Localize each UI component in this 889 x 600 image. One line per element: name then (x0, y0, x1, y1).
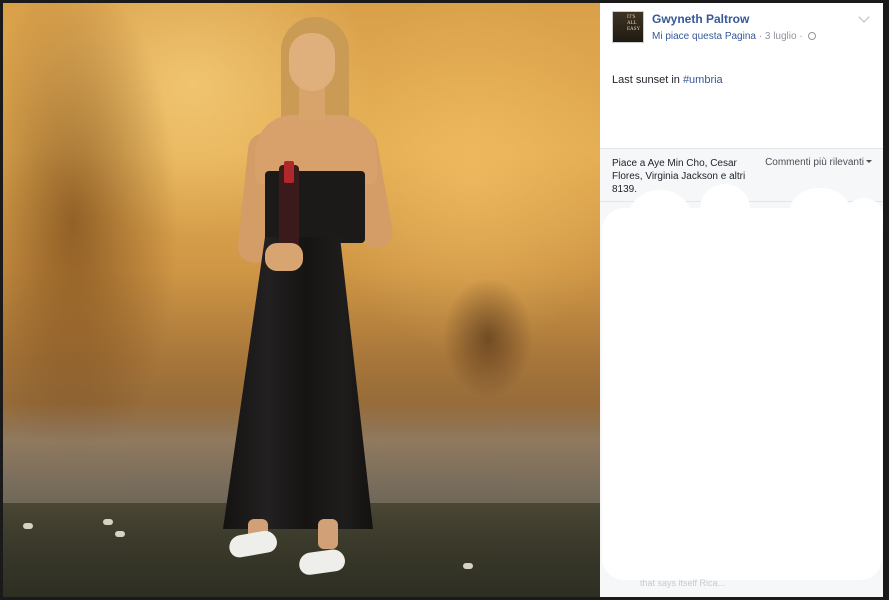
post-caption: Last sunset in #umbria (612, 74, 723, 86)
wine-bottle-cap (284, 161, 294, 183)
hashtag-link[interactable]: #umbria (683, 74, 723, 86)
post-photo[interactable] (3, 3, 600, 597)
avatar-logo-text: IT'S ALL EASY (627, 15, 641, 32)
comment-text: that says itself Rica... (640, 578, 726, 588)
cast-shadow (423, 258, 553, 418)
comments-sort-label: Commenti più rilevanti (765, 157, 864, 168)
globe-icon (808, 32, 817, 40)
author-name[interactable]: Gwyneth Paltrow (652, 12, 749, 26)
dress-skirt (223, 237, 373, 529)
comments-section: that says itself Rica... (600, 184, 886, 597)
pebble (23, 523, 33, 529)
meta-separator: · (796, 31, 806, 42)
person-neck (299, 87, 325, 121)
redaction-blob (700, 184, 750, 232)
redaction-blob (630, 190, 690, 236)
person-face (289, 33, 335, 91)
avatar[interactable]: IT'S ALL EASY (612, 11, 644, 43)
like-page-link[interactable]: Mi piace questa Pagina (652, 31, 756, 42)
panel-edge (883, 3, 886, 597)
caret-down-icon (866, 160, 872, 163)
person-leg-right (318, 519, 338, 549)
post-header: IT'S ALL EASY Gwyneth Paltrow Mi piace q… (600, 3, 886, 148)
pebble (463, 563, 473, 569)
person-hand (265, 243, 303, 271)
redaction-blob (844, 198, 884, 238)
meta-separator: · (755, 31, 765, 42)
post-side-panel: IT'S ALL EASY Gwyneth Paltrow Mi piace q… (600, 3, 886, 597)
chevron-down-icon[interactable] (858, 11, 870, 23)
comments-sort-dropdown[interactable]: Commenti più rilevanti (765, 157, 872, 168)
redaction-blob (790, 188, 850, 232)
post-caption-text: Last sunset in (612, 74, 683, 86)
pebble (115, 531, 125, 537)
redaction-overlay (602, 208, 882, 580)
post-meta: Mi piace questa Pagina · 3 luglio · (652, 31, 817, 42)
pebble (103, 519, 113, 525)
post-date[interactable]: 3 luglio (765, 31, 797, 42)
